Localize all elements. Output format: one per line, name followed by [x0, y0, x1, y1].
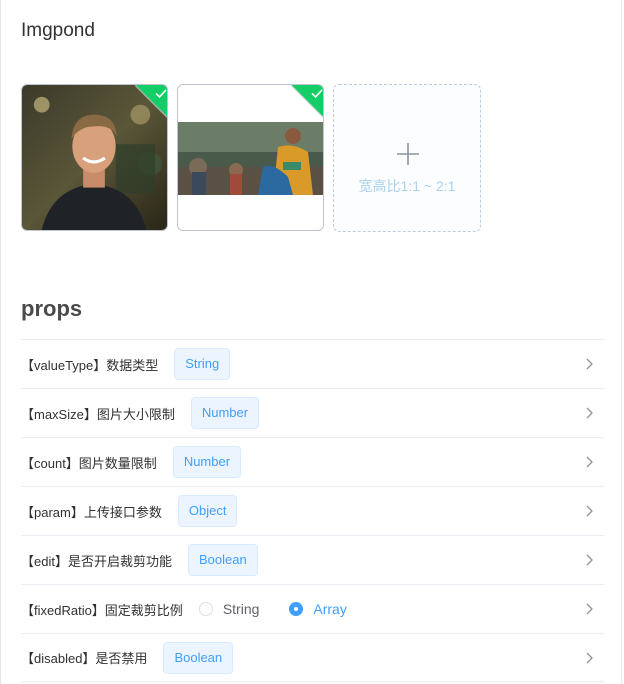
type-tag: Boolean — [187, 544, 258, 576]
upload-add-button[interactable]: 宽高比1:1 ~ 2:1 — [333, 84, 481, 232]
photo-portrait — [22, 85, 167, 230]
prop-label: 【param】上传接口参数 — [21, 504, 162, 520]
upload-hint: 宽高比1:1 ~ 2:1 — [358, 178, 456, 194]
type-tag: Number — [190, 397, 260, 429]
uploaded-image-2[interactable] — [177, 84, 324, 231]
section-title: props — [21, 296, 83, 321]
type-tag: Boolean — [163, 641, 234, 674]
prop-row-maxsize[interactable]: 【maxSize】图片大小限制 Number — [21, 388, 604, 437]
type-tag: Object — [177, 495, 238, 527]
chevron-right-icon[interactable] — [586, 407, 594, 419]
prop-label: 【edit】是否开启裁剪功能 — [21, 553, 172, 569]
prop-row-fixedratio[interactable]: 【fixedRatio】固定裁剪比例 String Array — [21, 584, 604, 633]
uploaded-image-1[interactable] — [21, 84, 168, 231]
prop-row-param[interactable]: 【param】上传接口参数 Object — [21, 486, 604, 535]
chevron-right-icon[interactable] — [586, 456, 594, 468]
prop-row-disabled[interactable]: 【disabled】是否禁用 Boolean — [21, 633, 604, 682]
check-icon — [155, 89, 167, 99]
check-icon — [311, 89, 323, 99]
prop-label: 【valueType】数据类型 — [21, 357, 159, 373]
plus-icon — [397, 143, 419, 165]
radio-circle-checked[interactable] — [289, 602, 304, 616]
chevron-right-icon[interactable] — [586, 652, 594, 664]
prop-label: 【count】图片数量限制 — [21, 455, 157, 471]
props-list: 【valueType】数据类型 String 【maxSize】图片大小限制 N… — [21, 339, 604, 682]
chevron-right-icon[interactable] — [586, 554, 594, 566]
fixed-ratio-radio-group: String Array — [198, 601, 377, 617]
prop-row-count[interactable]: 【count】图片数量限制 Number — [21, 437, 604, 486]
prop-row-valuetype[interactable]: 【valueType】数据类型 String — [21, 339, 604, 388]
prop-label: 【maxSize】图片大小限制 — [21, 406, 175, 422]
radio-array[interactable]: Array — [289, 601, 347, 617]
prop-label: 【disabled】是否禁用 — [21, 651, 148, 666]
radio-label: Array — [313, 601, 347, 617]
radio-label: String — [222, 601, 260, 617]
chevron-right-icon[interactable] — [586, 358, 594, 370]
photo-street-scene — [178, 122, 323, 195]
type-tag: Number — [172, 446, 242, 478]
chevron-right-icon[interactable] — [586, 505, 594, 517]
prop-row-edit[interactable]: 【edit】是否开启裁剪功能 Boolean — [21, 535, 604, 584]
imgpond-card: Imgpond 宽高比1:1 ~ 2:1 props 【valueType】数据… — [0, 0, 622, 684]
radio-circle[interactable] — [198, 602, 213, 616]
chevron-right-icon[interactable] — [586, 603, 594, 615]
success-badge — [291, 85, 323, 118]
type-tag: String — [174, 348, 231, 380]
radio-string[interactable]: String — [198, 601, 260, 617]
prop-label: 【fixedRatio】固定裁剪比例 — [21, 602, 183, 618]
page-title: Imgpond — [21, 20, 95, 41]
